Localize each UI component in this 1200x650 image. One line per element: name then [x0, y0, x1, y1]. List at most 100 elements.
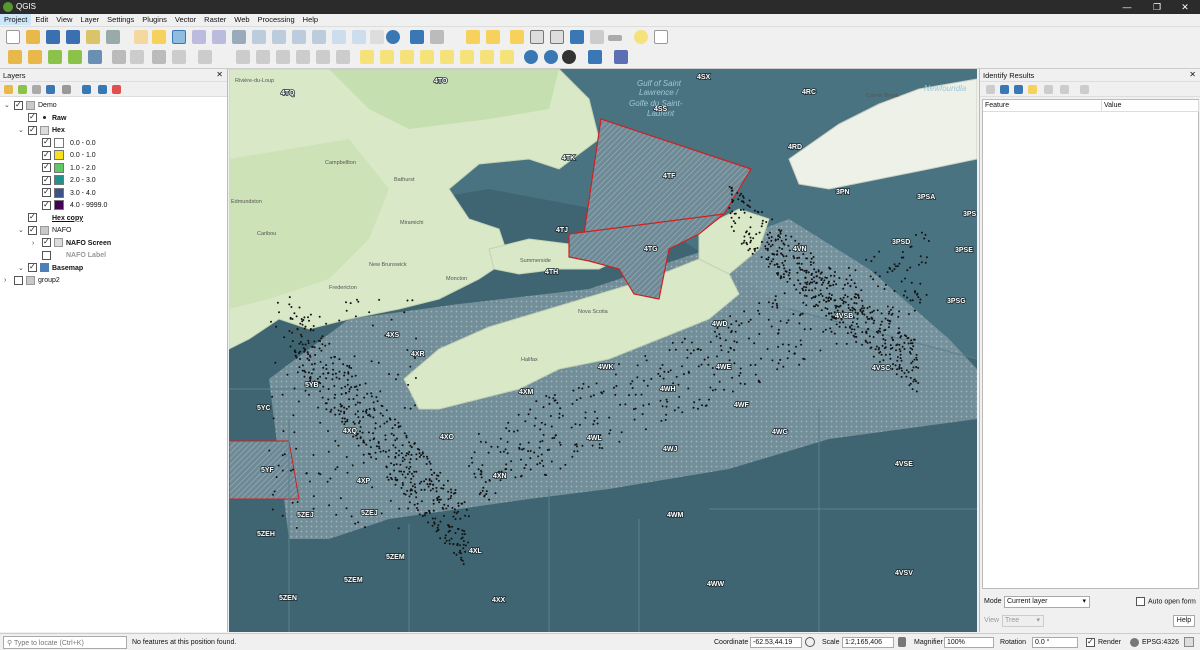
show-hide-labels-icon[interactable] [420, 50, 434, 64]
crs-button[interactable]: EPSG:4326 [1142, 637, 1179, 648]
expand-new-icon[interactable] [1014, 85, 1023, 94]
layer-visibility-checkbox[interactable] [42, 174, 51, 186]
zoom-native-icon[interactable] [212, 30, 226, 44]
save-project-icon[interactable] [46, 30, 60, 44]
menu-plugins[interactable]: Plugins [138, 14, 171, 25]
layer-visibility-checkbox[interactable] [28, 224, 37, 236]
layer-visibility-checkbox[interactable] [42, 186, 51, 198]
add-virtual-icon[interactable] [88, 50, 102, 64]
layer-visibility-checkbox[interactable] [42, 149, 51, 161]
add-vector-icon[interactable] [48, 50, 62, 64]
pan-icon[interactable] [134, 30, 148, 44]
data-source-manager-icon[interactable] [8, 50, 22, 64]
menu-edit[interactable]: Edit [31, 14, 52, 25]
label-diagram-icon[interactable] [500, 50, 514, 64]
add-delimited-icon[interactable] [68, 50, 82, 64]
lock-icon[interactable] [898, 637, 906, 647]
mode-select[interactable]: Current layer ▾ [1004, 596, 1090, 608]
collapse-tree-icon[interactable] [1000, 85, 1009, 94]
layer-visibility-checkbox[interactable] [42, 199, 51, 211]
layer-visibility-checkbox[interactable] [42, 161, 51, 173]
layer-visibility-checkbox[interactable] [14, 99, 23, 111]
menu-web[interactable]: Web [230, 14, 253, 25]
open-project-icon[interactable] [26, 30, 40, 44]
expand-arrow-icon[interactable]: ⌄ [18, 125, 28, 137]
map-tips-icon[interactable] [634, 30, 648, 44]
layer-row[interactable]: Hex copy [18, 211, 83, 225]
layer-row[interactable]: 3.0 - 4.0 [32, 186, 96, 200]
expand-arrow-icon[interactable]: › [32, 238, 42, 250]
zoom-in-icon[interactable] [172, 30, 186, 44]
menu-view[interactable]: View [52, 14, 76, 25]
menu-layer[interactable]: Layer [76, 14, 103, 25]
identify-table[interactable]: Feature Value [982, 99, 1199, 589]
move-label-icon[interactable] [440, 50, 454, 64]
remove-layer-icon[interactable] [112, 85, 121, 94]
layer-visibility-checkbox[interactable] [42, 136, 51, 148]
action-icon[interactable] [430, 30, 444, 44]
expand-all-icon[interactable] [82, 85, 91, 94]
filter-icon[interactable] [46, 85, 55, 94]
plugin-icon[interactable] [562, 50, 576, 64]
vertex-tool-icon[interactable] [198, 50, 212, 64]
layer-row[interactable]: 2.0 - 3.0 [32, 174, 96, 187]
identify-icon[interactable] [410, 30, 424, 44]
expand-arrow-icon[interactable]: ⌄ [18, 225, 28, 237]
python-console-icon[interactable] [588, 50, 602, 64]
menu-help[interactable]: Help [299, 14, 322, 25]
paste-icon[interactable] [296, 50, 310, 64]
digitize-icon[interactable] [130, 50, 144, 64]
new-map-view-icon[interactable] [332, 30, 346, 44]
panel-close-icon[interactable]: ✕ [216, 70, 223, 79]
layer-row[interactable]: 4.0 - 9999.0 [32, 199, 107, 212]
layer-row[interactable]: 0.0 - 0.0 [32, 136, 96, 150]
scale-field[interactable]: 1:2,165,406 [842, 637, 894, 648]
change-label-icon[interactable] [480, 50, 494, 64]
rotate-label-icon[interactable] [460, 50, 474, 64]
menu-raster[interactable]: Raster [200, 14, 230, 25]
rotation-field[interactable]: 0.0 ° [1032, 637, 1078, 648]
pan-to-selection-icon[interactable] [152, 30, 166, 44]
view-select[interactable]: Tree ▾ [1002, 615, 1044, 627]
expand-arrow-icon[interactable]: ⌄ [4, 100, 14, 112]
menu-settings[interactable]: Settings [103, 14, 138, 25]
coordinate-field[interactable]: -62.53,44.19 [750, 637, 802, 648]
magnifier-field[interactable]: 100% [944, 637, 994, 648]
layer-row[interactable]: 0.0 - 1.0 [32, 149, 96, 162]
copy-feature-icon[interactable] [1044, 85, 1053, 94]
redo-icon[interactable] [336, 50, 350, 64]
layout-icon[interactable] [86, 30, 100, 44]
auto-open-checkbox[interactable] [1136, 597, 1145, 606]
identify-options-icon[interactable] [1080, 85, 1089, 94]
clear-results-icon[interactable] [1028, 85, 1037, 94]
attribute-table-icon[interactable] [530, 30, 544, 44]
menu-project[interactable]: Project [0, 14, 32, 25]
layer-visibility-checkbox[interactable] [14, 275, 23, 285]
minimize-button[interactable]: — [1110, 0, 1144, 14]
add-group-icon[interactable] [18, 85, 27, 94]
messages-icon[interactable] [1184, 637, 1194, 647]
layer-visibility-checkbox[interactable] [28, 261, 37, 273]
layer-row[interactable]: NAFO Label [32, 250, 106, 262]
layer-row[interactable]: › group2 [4, 275, 60, 287]
help-icon[interactable] [614, 50, 628, 64]
layer-row[interactable]: 1.0 - 2.0 [32, 161, 96, 175]
crs-globe-icon[interactable] [1130, 638, 1139, 647]
expand-arrow-icon[interactable]: ⌄ [18, 263, 28, 275]
menu-vector[interactable]: Vector [171, 14, 200, 25]
toggle-editing-icon[interactable] [112, 50, 126, 64]
layer-visibility-checkbox[interactable] [28, 111, 37, 123]
label-icon[interactable] [360, 50, 374, 64]
layer-visibility-checkbox[interactable] [28, 124, 37, 136]
map-canvas[interactable]: 4TO 4TQ 4SX 4RC 4SS 4RD 4TK 4TF 3PN 3PSA 3PS 4TJ 4TG… [229, 69, 977, 632]
auto-open-form[interactable]: Auto open form [1136, 597, 1196, 606]
style-icon[interactable] [4, 85, 13, 94]
expand-tree-icon[interactable] [986, 85, 995, 94]
toggle-extents-icon[interactable] [805, 637, 815, 647]
cut-icon[interactable] [256, 50, 270, 64]
pin-labels-icon[interactable] [400, 50, 414, 64]
show-bookmarks-icon[interactable] [370, 30, 384, 44]
new-geopackage-icon[interactable] [28, 50, 42, 64]
layout-manager-icon[interactable] [106, 30, 120, 44]
field-calculator-icon[interactable] [550, 30, 564, 44]
